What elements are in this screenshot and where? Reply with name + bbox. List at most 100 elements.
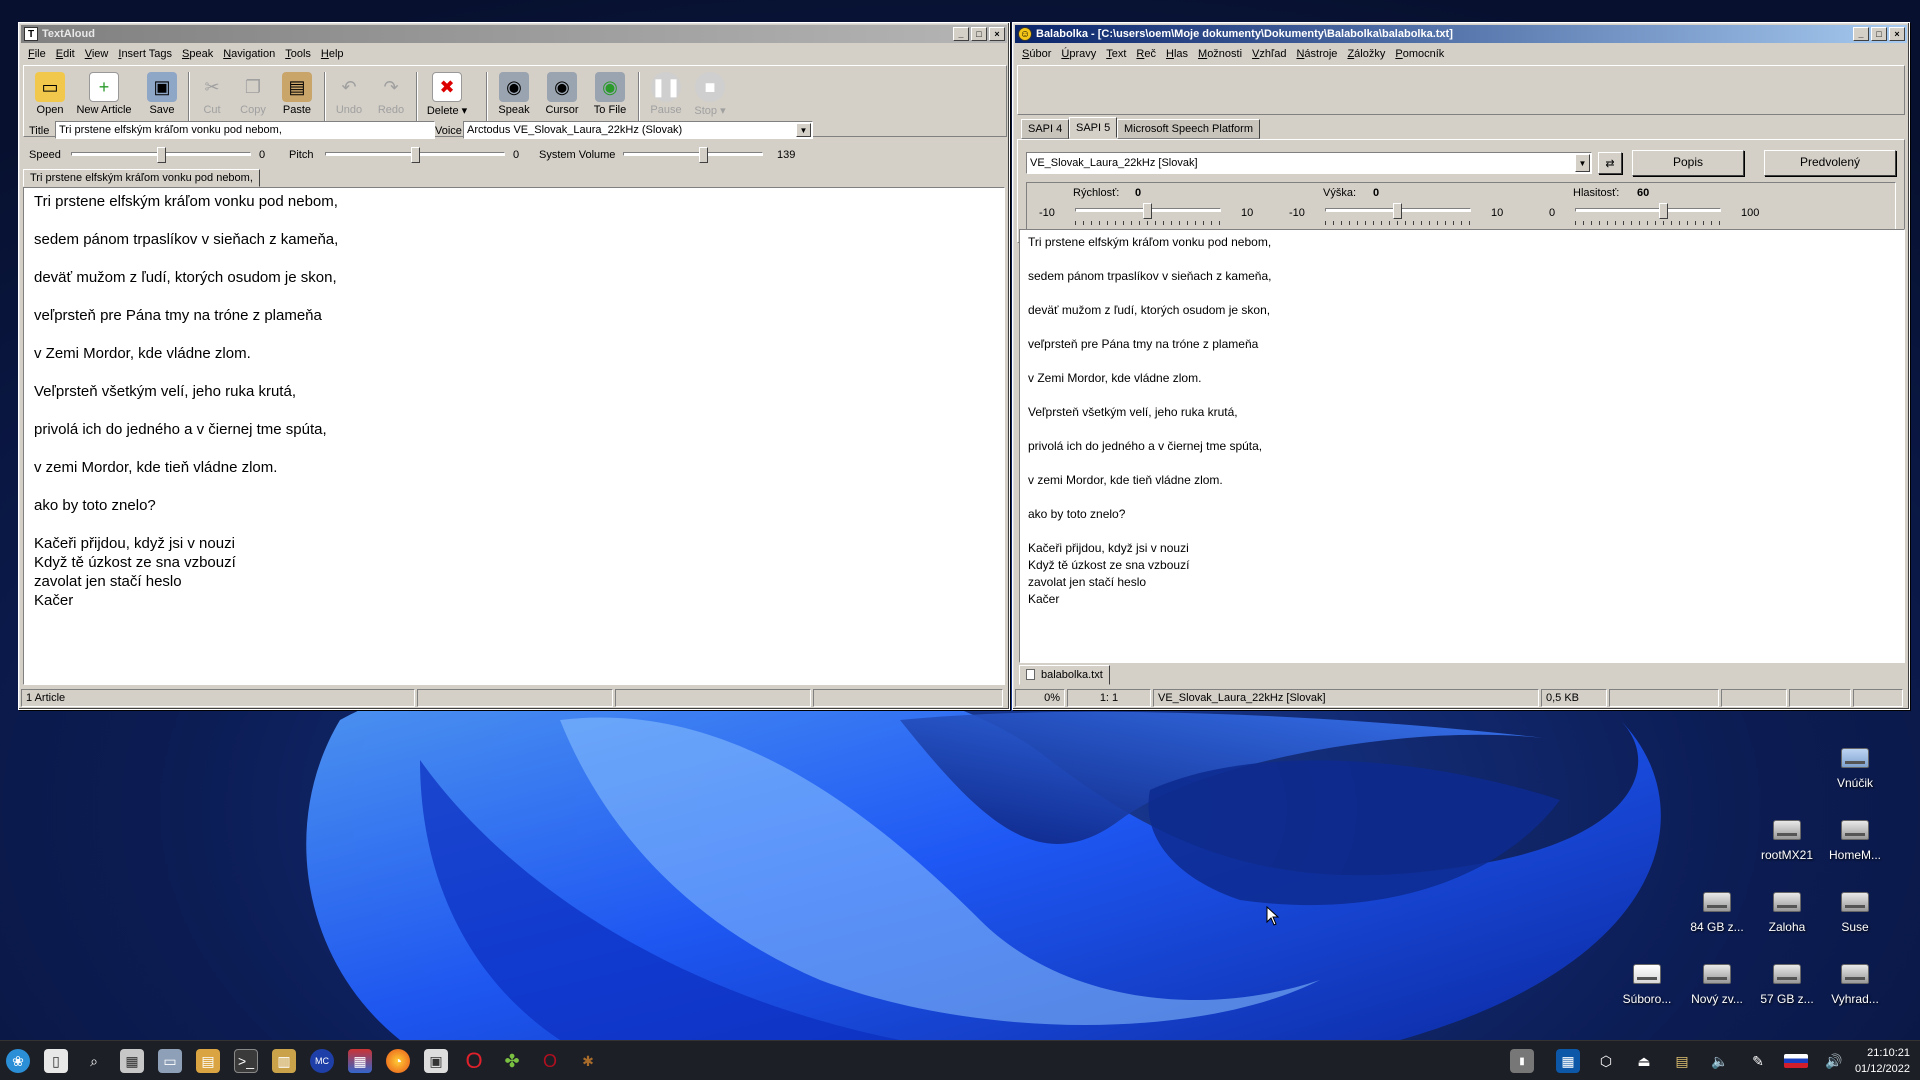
hard-drive-icon: [1773, 820, 1801, 840]
pitch-slider[interactable]: [325, 147, 505, 163]
document-tab[interactable]: balabolka.txt: [1019, 665, 1110, 685]
folder-icon[interactable]: ▤: [196, 1049, 220, 1073]
menu-insert-tags[interactable]: Insert Tags: [113, 48, 177, 60]
tab-sapi4[interactable]: SAPI 4: [1021, 119, 1070, 139]
menu-help[interactable]: Help: [316, 48, 349, 60]
network-icon[interactable]: ✎: [1746, 1049, 1770, 1073]
desktop-icon-suboro[interactable]: Súboro...: [1612, 964, 1682, 1006]
chevron-down-icon[interactable]: ▼: [796, 123, 811, 137]
package-icon[interactable]: ⬡: [1594, 1049, 1618, 1073]
desktop-icon-vnucik[interactable]: Vnúčik: [1820, 748, 1890, 790]
text-line: zavolat jen stačí heslo: [34, 573, 182, 590]
desktop-icon-novy-zv[interactable]: Nový zv...: [1682, 964, 1752, 1006]
voice-dropdown[interactable]: Arctodus VE_Slovak_Laura_22kHz (Slovak) …: [463, 121, 813, 139]
textaloud-editor[interactable]: Tri prstene elfským kráľom vonku pod neb…: [23, 187, 1005, 685]
hlasitost-slider[interactable]: [1575, 203, 1721, 219]
maximize-button[interactable]: □: [971, 27, 987, 41]
menu-upravy[interactable]: Úpravy: [1056, 48, 1101, 60]
desktop-icon-57gb[interactable]: 57 GB z...: [1752, 964, 1822, 1006]
search-icon[interactable]: ⌕: [82, 1049, 106, 1073]
system-volume-slider[interactable]: [623, 147, 763, 163]
speed-slider[interactable]: [71, 147, 251, 163]
desktop-icon-homem[interactable]: HomeM...: [1820, 820, 1890, 862]
show-desktop-icon[interactable]: ▯: [44, 1049, 68, 1073]
news-app-icon[interactable]: ▦: [1556, 1049, 1580, 1073]
desktop-icon-84gb[interactable]: 84 GB z...: [1682, 892, 1752, 934]
textaloud-titlebar[interactable]: T TextAloud _ □ ×: [21, 25, 1007, 43]
menu-pomocnik[interactable]: Pomocník: [1390, 48, 1449, 60]
terminal-icon[interactable]: >_: [234, 1049, 258, 1073]
speed-slider-thumb[interactable]: [157, 147, 166, 163]
menu-zalozky[interactable]: Záložky: [1342, 48, 1390, 60]
opera-gx-icon[interactable]: O: [538, 1049, 562, 1073]
clipboard-icon[interactable]: ▤: [1670, 1049, 1694, 1073]
menu-text[interactable]: Text: [1101, 48, 1131, 60]
battery-icon[interactable]: ▮: [1510, 1049, 1534, 1073]
mouse-cursor-icon: [1266, 906, 1280, 926]
slovak-keyboard-flag-icon[interactable]: [1784, 1054, 1808, 1068]
vyska-slider-thumb[interactable]: [1393, 203, 1402, 219]
vyska-slider[interactable]: [1325, 203, 1471, 219]
hlasitost-slider-thumb[interactable]: [1659, 203, 1668, 219]
menu-view[interactable]: View: [80, 48, 114, 60]
pitch-slider-thumb[interactable]: [411, 147, 420, 163]
archive-icon[interactable]: ▥: [272, 1049, 296, 1073]
menu-moznosti[interactable]: Možnosti: [1193, 48, 1247, 60]
desktop-icon-vyhrad[interactable]: Vyhrad...: [1820, 964, 1890, 1006]
balabolka-titlebar[interactable]: ☺ Balabolka - [C:\users\oem\Moje dokumen…: [1015, 25, 1907, 43]
settings-app-icon[interactable]: ✱: [576, 1049, 600, 1073]
balabolka-voice-dropdown[interactable]: VE_Slovak_Laura_22kHz [Slovak] ▼: [1026, 152, 1592, 174]
vyska-value: 0: [1373, 187, 1380, 199]
system-clock[interactable]: 21:10:21 01/12/2022: [1855, 1045, 1910, 1077]
eject-icon[interactable]: ⏏: [1632, 1049, 1656, 1073]
save-icon: ▣: [147, 72, 177, 102]
refresh-voices-button[interactable]: ⇄: [1598, 152, 1622, 174]
minimize-button[interactable]: _: [1853, 27, 1869, 41]
system-volume-slider-thumb[interactable]: [699, 147, 708, 163]
desktop-icon-suse[interactable]: Suse: [1820, 892, 1890, 934]
text-line: Veľprsteň všetkým velí, jeho ruka krutá,: [34, 383, 296, 400]
desktop-icon-zaloha[interactable]: Zaloha: [1752, 892, 1822, 934]
desktop-icon-rootmx21[interactable]: rootMX21: [1752, 820, 1822, 862]
folder-icon: [1841, 748, 1869, 768]
volume-mute-icon[interactable]: 🔈: [1708, 1049, 1732, 1073]
menu-edit[interactable]: Edit: [51, 48, 80, 60]
predvoleny-button[interactable]: Predvolený: [1764, 150, 1896, 176]
puzzle-app-icon[interactable]: ✤: [500, 1049, 524, 1073]
textaloud-window[interactable]: T TextAloud _ □ × File Edit View Insert …: [18, 22, 1010, 710]
flag-app-icon[interactable]: ▦: [348, 1049, 372, 1073]
balabolka-editor[interactable]: Tri prstene elfským kráľom vonku pod neb…: [1019, 229, 1905, 663]
start-menu-icon[interactable]: ❀: [6, 1049, 30, 1073]
article-tab[interactable]: Tri prstene elfským kráľom vonku pod neb…: [23, 169, 260, 187]
chevron-down-icon[interactable]: ▼: [1575, 154, 1590, 172]
printer-app-icon[interactable]: ▣: [424, 1049, 448, 1073]
volume-icon[interactable]: 🔊: [1822, 1049, 1846, 1073]
menu-nastroje[interactable]: Nástroje: [1291, 48, 1342, 60]
rychlost-slider[interactable]: [1075, 203, 1221, 219]
minimize-button[interactable]: _: [953, 27, 969, 41]
menu-tools[interactable]: Tools: [280, 48, 316, 60]
menu-subor[interactable]: Súbor: [1017, 48, 1056, 60]
tab-microsoft-speech-platform[interactable]: Microsoft Speech Platform: [1117, 119, 1260, 139]
menu-navigation[interactable]: Navigation: [218, 48, 280, 60]
rychlost-slider-thumb[interactable]: [1143, 203, 1152, 219]
opera-icon[interactable]: O: [462, 1048, 486, 1073]
pitch-value: 0: [513, 149, 520, 161]
file-manager-icon[interactable]: ▭: [158, 1049, 182, 1073]
hard-drive-icon: [1773, 892, 1801, 912]
close-button[interactable]: ×: [989, 27, 1005, 41]
tab-sapi5[interactable]: SAPI 5: [1069, 117, 1118, 138]
menu-hlas[interactable]: Hlas: [1161, 48, 1193, 60]
maximize-button[interactable]: □: [1871, 27, 1887, 41]
menu-file[interactable]: File: [23, 48, 51, 60]
menu-vzhlad[interactable]: Vzhľad: [1247, 48, 1291, 60]
close-button[interactable]: ×: [1889, 27, 1905, 41]
title-input[interactable]: Tri prstene elfským kráľom vonku pod neb…: [55, 121, 435, 139]
menu-rec[interactable]: Reč: [1131, 48, 1161, 60]
menu-speak[interactable]: Speak: [177, 48, 218, 60]
mc-app-icon[interactable]: MC: [310, 1049, 334, 1073]
workspace-grid-icon[interactable]: ▦: [120, 1049, 144, 1073]
balabolka-window[interactable]: ☺ Balabolka - [C:\users\oem\Moje dokumen…: [1012, 22, 1910, 710]
firefox-icon[interactable]: ◔: [386, 1049, 410, 1073]
popis-button[interactable]: Popis: [1632, 150, 1744, 176]
